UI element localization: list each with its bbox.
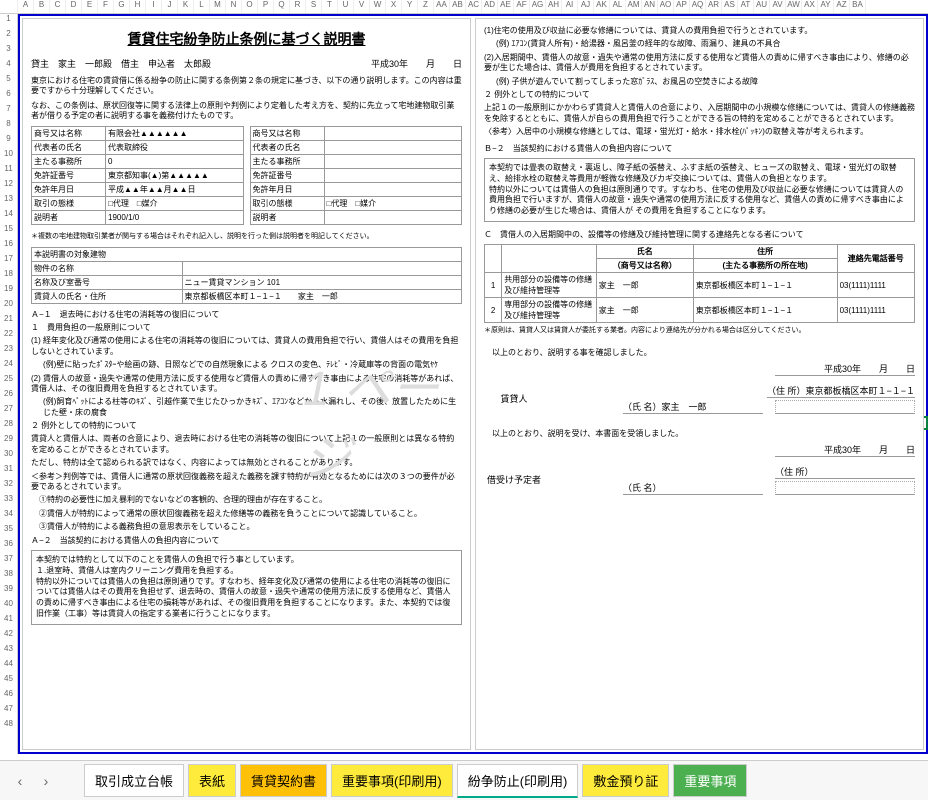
print-area: 1 ページ 賃貸住宅紛争防止条例に基づく説明書 貸主 家主 一郎殿 借主 申込者… [18,14,928,754]
property-table: 本説明書の対象建物 物件の名称 名称及び室番号ニュー賃貸マンション 101 賃貸… [31,247,462,304]
lessor-name: （氏 名）家主 一郎 [623,400,763,414]
registrant-left: 商号又は名称有限会社▲▲▲▲▲▲ 代表者の氏名代表取締役 主たる事務所0 免許証… [31,126,244,225]
confirm-1: 以上のとおり、説明する事を確認しました。 [484,347,915,358]
intro-2: なお、この条例は、原状回復等に関する法律上の原則や判例により定着した考え方を、契… [31,101,462,122]
sec-b2-h: Ｂ−２ 当該契約における賃借人の負担内容について [484,144,915,154]
sec-a2-h: Ａ−２ 当該契約における賃借人の負担内容について [31,536,462,546]
lessor-addr: （住 所）東京都板橋区本町１−１−１ [767,384,915,398]
footnote-1: ＊複数の宅地建物取引業者が関与する場合はそれぞれ記入し、説明を行った側は説明者を… [31,231,462,241]
sec-c-h: Ｃ 賃借人の入居期間中の、設備等の修繕及び維持管理に関する連絡先となる者について [484,230,915,240]
tab-ledger[interactable]: 取引成立台帳 [84,764,184,797]
sec-b-p6: 〈参考〉入居中の小規模な修繕としては、電球・蛍光灯・給水・排水栓(ﾊﾟｯｷﾝ)の… [484,127,915,137]
sec-a1-p7: ＜参考＞判例等では、賃借人に通常の原状回復義務を超えた義務を課す特約が有効となる… [31,472,462,493]
lessee-addr: （住 所） [775,465,915,479]
seal-icon [775,481,915,495]
sec-a1-sub: １ 費用負担の一般原則について [31,323,462,333]
sec-b-p3: (2)入居期間中、賃借人の故意・過失や通常の使用方法に反する使用など賃借人の責め… [484,53,915,74]
doc-title: 賃貸住宅紛争防止条例に基づく説明書 [31,29,462,49]
sec-a1-p1: (1) 経年変化及び通常の使用による住宅の消耗等の復旧については、賃貸人の費用負… [31,336,462,357]
next-sheet-button[interactable]: › [34,769,58,793]
box-b: 本契約では畳表の取替え・裏返し、障子紙の張替え、ふすま紙の張替え、ヒューズの取替… [484,158,915,222]
box-a: 本契約では特約として以下のことを賃借人の負担で行う事としています。 １.退室時、… [31,550,462,625]
sheet-tabs: ‹ › 取引成立台帳 表紙 賃貸契約書 重要事項(印刷用) 紛争防止(印刷用) … [0,760,928,800]
row-headers: 1234567891011121314151617181920212223242… [0,14,18,754]
lessee-label: 借受け予定者 [484,463,544,497]
sec-b-ex1: (例) ｴｱｺﾝ(賃貸人所有)・給湯器・風呂釜の経年的な故障、雨漏り、建具の不具… [484,39,915,49]
sec-a1-p9: ②賃借人が特約によって通常の原状回復義務を超えた修繕等の義務を負うことについて認… [31,509,462,519]
tab-lease[interactable]: 賃貸契約書 [240,764,327,797]
sec-b-p5: 上記１の一般原則にかかわらず賃貸人と賃借人の合意により、入居期間中の小規模な修繕… [484,103,915,124]
sig-date-2: 平成30年 月 日 [775,443,915,457]
sec-a1-ex1: (例)壁に貼ったﾎﾟｽﾀｰや絵画の跡、日照などでの自然現象による クロスの変色、… [31,360,462,370]
sec-a1-p2: (2) 賃借人の故意・過失や通常の使用方法に反する使用など賃借人の責めに帰すべき… [31,374,462,395]
seal-icon [775,400,915,414]
tab-deposit[interactable]: 敷金預り証 [582,764,669,797]
confirm-2: 以上のとおり、説明を受け、本書面を受領しました。 [484,428,915,439]
sig-date-1: 平成30年 月 日 [775,362,915,376]
prev-sheet-button[interactable]: ‹ [8,769,32,793]
lessee-name: （氏 名） [623,481,763,495]
intro-1: 東京における住宅の賃貸借に係る紛争の防止に関する条例第２条の規定に基づき、以下の… [31,76,462,97]
lessor-label: 賃貸人 [484,382,544,416]
sec-a1-p8: ①特約の必要性に加え暴利的でないなどの客観的、合理的理由が存在すること。 [31,495,462,505]
page-2: (1)住宅の使用及び収益に必要な修繕については、賃貸人の費用負担で行うとされてい… [475,18,924,750]
parties: 貸主 家主 一郎殿 借主 申込者 太郎殿 [31,57,211,70]
sec-b-ex2: (例) 子供が遊んでいて割ってしまった窓ｶﾞﾗｽ、お風呂の空焚きによる故障 [484,77,915,87]
doc-date: 平成30年 月 日 [371,57,462,70]
contacts-table: 氏名 住所 連絡先電話番号 （商号又は名称）(主たる事務所の所在地) 1共用部分… [484,244,915,323]
sec-c-note: ＊原則は、賃貸人又は賃貸人が委託する業者。内容により連絡先が分かれる場合は区分し… [484,325,915,335]
sec-a1-p5: 賃貸人と賃借人は、両者の合意により、退去時における住宅の消耗等の復旧について上記… [31,434,462,455]
tab-cover[interactable]: 表紙 [188,764,236,797]
page-1: 1 ページ 賃貸住宅紛争防止条例に基づく説明書 貸主 家主 一郎殿 借主 申込者… [22,18,471,750]
sec-a1-ex2: (例)飼育ﾍﾟｯﾄによる柱等のｷｽﾞ、引越作業で生じたひっかきｷｽﾞ、ｴｱｺﾝな… [31,397,462,418]
tab-important2[interactable]: 重要事項 [673,764,747,797]
sec-a1-h: Ａ−１ 退去時における住宅の消耗等の復旧について [31,310,462,320]
sec-a1-h3: ２ 例外としての特約について [31,421,462,431]
sec-a1-p6: ただし、特約は全て認められる訳ではなく、内容によっては無効とされることがあります… [31,458,462,468]
tab-important[interactable]: 重要事項(印刷用) [331,764,453,797]
sec-b-h2: ２ 例外としての特約について [484,90,915,100]
tab-dispute[interactable]: 紛争防止(印刷用) [457,764,579,798]
sec-a1-p10: ③賃借人が特約による義務負担の意思表示をしていること。 [31,522,462,532]
sec-b-p1: (1)住宅の使用及び収益に必要な修繕については、賃貸人の費用負担で行うとされてい… [484,26,915,36]
column-headers: ABCDEFGHIJKLMNOPQRSTUVWXYZAAABACADAEAFAG… [0,0,928,14]
registrant-right: 商号又は名称 代表者の氏名 主たる事務所 免許証番号 免許年月日 取引の態様□代… [250,126,463,225]
